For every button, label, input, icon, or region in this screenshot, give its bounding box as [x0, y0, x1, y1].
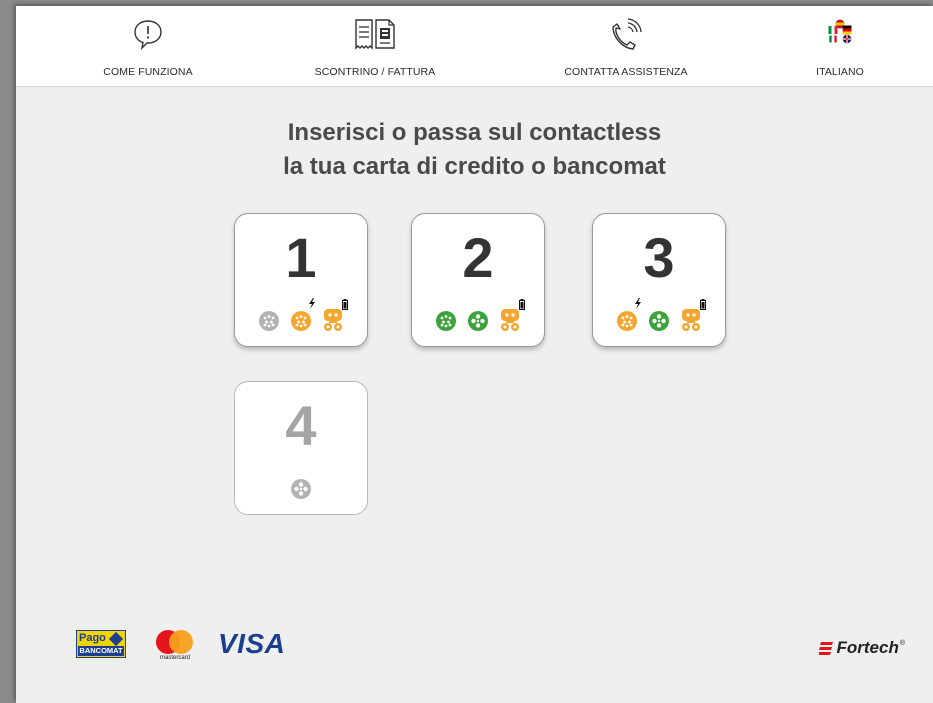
language-flags-icon	[828, 19, 852, 44]
visa-logo: VISA	[218, 628, 286, 659]
connector-list	[593, 298, 725, 332]
battery-icon	[519, 299, 525, 310]
nav-language[interactable]: ITALIANO	[760, 6, 920, 86]
phone-icon	[612, 18, 642, 50]
top-navigation-bar: COME FUNZIONA SCONTRINO / FATTURA CONTAT…	[16, 6, 933, 87]
type2-socket-icon	[436, 311, 456, 331]
mastercard-logo: mastercard	[154, 630, 196, 662]
fortech-registered-mark: ®	[899, 639, 905, 647]
type2-plug-icon	[291, 479, 311, 499]
connector-type2-socket-icon	[288, 298, 315, 332]
pagobancomat-logo: Pago BANCOMAT	[76, 630, 126, 658]
nav-how-it-works[interactable]: COME FUNZIONA	[68, 6, 228, 86]
nav-contact-support[interactable]: CONTATTA ASSISTENZA	[546, 6, 706, 86]
instruction-title-line2: la tua carta di credito o bancomat	[283, 153, 666, 180]
charge-point-number: 3	[643, 226, 675, 289]
chademo-plug-icon	[324, 309, 342, 331]
fortech-brand-text: Fortech	[836, 638, 899, 657]
charge-point-1[interactable]: 1	[234, 213, 368, 347]
charge-point-number: 4	[285, 394, 317, 457]
pagobancomat-bottom-text: BANCOMAT	[78, 646, 124, 656]
info-speech-bubble-icon	[134, 20, 162, 50]
charging-bolt-icon	[309, 298, 315, 309]
charge-point-number: 1	[285, 226, 317, 289]
mastercard-orange-circle	[169, 630, 193, 654]
connector-list	[235, 472, 367, 500]
charge-point-3[interactable]: 3	[592, 213, 726, 347]
mastercard-label: mastercard	[159, 655, 190, 661]
connector-list	[412, 299, 544, 332]
chademo-plug-icon	[682, 309, 700, 331]
charge-point-2[interactable]: 2	[411, 213, 545, 347]
pagobancomat-diamond-icon	[108, 631, 124, 647]
type2-plug-icon	[649, 311, 669, 331]
connector-type2-plug-icon	[288, 472, 314, 500]
instruction-title-line1: Inserisci o passa sul contactless	[287, 119, 662, 146]
connector-type2-socket-icon	[256, 304, 282, 332]
connector-type2-plug-icon	[465, 304, 491, 332]
connector-chademo-plug-icon	[497, 299, 525, 332]
kiosk-screen: COME FUNZIONA SCONTRINO / FATTURA CONTAT…	[16, 6, 933, 703]
connector-type2-socket-icon	[433, 304, 459, 332]
charging-bolt-icon	[635, 298, 641, 309]
instruction-title: Inserisci o passa sul contactless la tua…	[16, 116, 933, 184]
receipt-document-icon	[355, 19, 395, 50]
nav-how-it-works-label: COME FUNZIONA	[103, 66, 193, 78]
battery-icon	[700, 299, 706, 310]
nav-language-label: ITALIANO	[816, 66, 864, 78]
nav-receipt-invoice-label: SCONTRINO / FATTURA	[314, 66, 436, 78]
charge-point-number: 2	[462, 226, 494, 289]
connector-type2-socket-icon	[614, 298, 641, 332]
nav-contact-support-label: CONTATTA ASSISTENZA	[564, 66, 688, 78]
connector-chademo-plug-icon	[320, 299, 348, 332]
charge-point-4[interactable]: 4	[234, 381, 368, 515]
pagobancomat-top-text: Pago	[79, 632, 106, 644]
type2-socket-icon	[259, 311, 279, 331]
chademo-plug-icon	[501, 309, 519, 331]
connector-type2-plug-icon	[646, 304, 672, 332]
battery-icon	[342, 299, 348, 310]
fortech-logo: Fortech ®	[819, 636, 905, 660]
nav-receipt-invoice[interactable]: SCONTRINO / FATTURA	[295, 6, 455, 86]
connector-chademo-plug-icon	[678, 299, 706, 332]
type2-socket-icon	[617, 311, 637, 331]
window-frame-left	[0, 0, 16, 703]
connector-list	[235, 298, 367, 332]
fortech-bars-icon	[819, 642, 834, 655]
type2-socket-icon	[291, 311, 311, 331]
type2-plug-icon	[468, 311, 488, 331]
